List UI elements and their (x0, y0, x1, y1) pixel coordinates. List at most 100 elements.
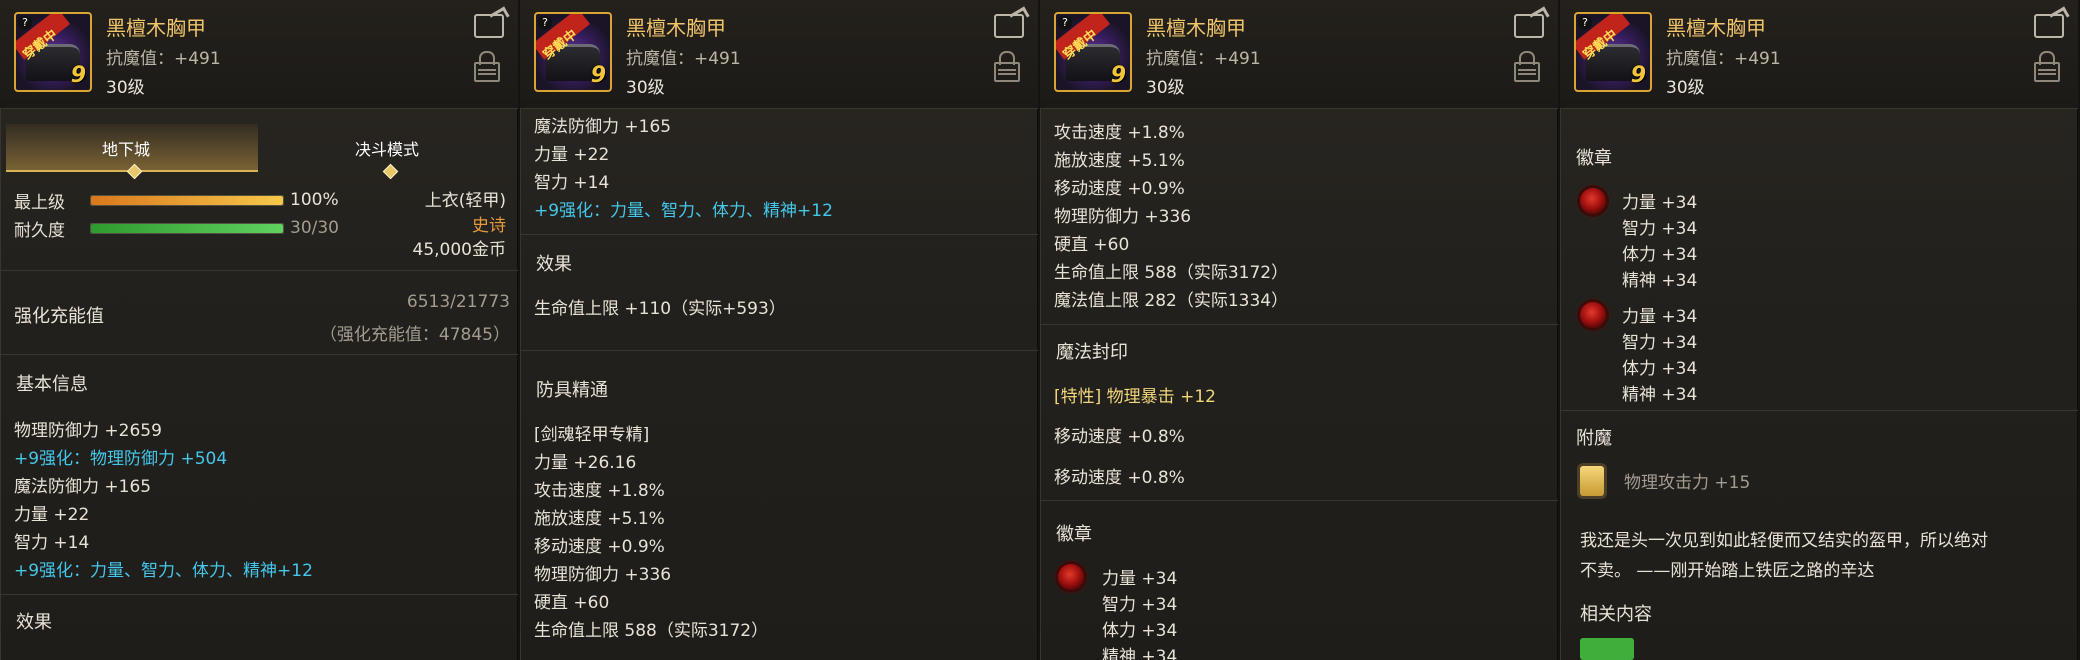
red-emblem-icon[interactable] (1580, 302, 1606, 328)
mastery-line: 物理防御力 +336 (534, 565, 672, 585)
emblem-line: 力量 +34 (1102, 569, 1178, 589)
durability-bar-fill (91, 224, 283, 233)
mastery-title: 防具精通 (536, 380, 608, 401)
red-emblem-icon[interactable] (1580, 188, 1606, 214)
upgrade-level: 9 (1630, 63, 1646, 88)
tab-pvp-label[interactable]: 决斗模式 (355, 136, 419, 160)
item-level: 30级 (1146, 78, 1185, 98)
flavor-text: 不卖。 ——刚开始踏上铁匠之路的辛达 (1580, 561, 1875, 581)
item-name: 黑檀木胸甲 (106, 16, 206, 40)
divider (1560, 410, 2078, 411)
charge-value: 6513/21773 (406, 292, 510, 312)
upgrade-level: 9 (1110, 63, 1126, 88)
item-magic-resist: 抗魔值：+491 (1666, 49, 1781, 69)
divider (1040, 324, 1558, 325)
lock-icon[interactable] (994, 51, 1020, 82)
stat-line: 魔法防御力 +165 (534, 117, 672, 137)
mastery-line: 攻击速度 +1.8% (1054, 123, 1185, 143)
emblem-line: 体力 +34 (1102, 621, 1178, 641)
emblem-line: 体力 +34 (1622, 245, 1698, 265)
effect-title: 效果 (536, 254, 572, 275)
flavor-text: 我还是头一次见到如此轻便而又结实的盔甲，所以绝对 (1580, 531, 1988, 551)
item-icon[interactable]: 穿戴中 ? 9 (534, 12, 612, 92)
mastery-line: 移动速度 +0.9% (534, 537, 665, 557)
tab-pvp-marker-icon (382, 163, 399, 180)
related-tag[interactable] (1580, 638, 1634, 660)
mastery-line: 魔法值上限 282（实际1334） (1054, 291, 1289, 311)
charge-label: 强化充能值 (14, 306, 104, 327)
item-magic-resist: 抗魔值：+491 (1146, 49, 1261, 69)
share-icon[interactable] (994, 14, 1024, 38)
durability-label: 耐久度 (14, 221, 65, 241)
tooltip-panel-2: 穿戴中 ? 9 黑檀木胸甲 抗魔值：+491 30级 魔法防御力 +165 力量… (520, 0, 1038, 660)
emblem-line: 力量 +34 (1622, 307, 1698, 327)
divider (0, 270, 518, 271)
enchant-title: 附魔 (1576, 428, 1612, 449)
emblem-title: 徽章 (1056, 524, 1092, 545)
mastery-line: 硬直 +60 (1054, 235, 1130, 255)
grade-value: 100% (290, 190, 339, 210)
mastery-line: 攻击速度 +1.8% (534, 481, 665, 501)
mastery-line: [剑魂轻甲专精] (534, 425, 650, 445)
mastery-line: 施放速度 +5.1% (534, 509, 665, 529)
effect-line: 生命值上限 +110（实际+593） (534, 299, 786, 319)
lock-icon[interactable] (2034, 51, 2060, 82)
emblem-line: 精神 +34 (1102, 647, 1178, 660)
seal-line: 移动速度 +0.8% (1054, 468, 1185, 488)
stat-line: 力量 +22 (534, 145, 610, 165)
share-icon[interactable] (2034, 14, 2064, 38)
effect-title: 效果 (16, 612, 52, 633)
emblem-line: 智力 +34 (1102, 595, 1178, 615)
emblem-line: 智力 +34 (1622, 333, 1698, 353)
share-icon[interactable] (474, 14, 504, 38)
reinforce-line: +9强化：力量、智力、体力、精神+12 (14, 561, 313, 581)
enchant-card-icon[interactable] (1580, 466, 1604, 496)
stat-line: 魔法防御力 +165 (14, 477, 152, 497)
divider (520, 234, 1038, 235)
mastery-line: 施放速度 +5.1% (1054, 151, 1185, 171)
stat-line: 物理防御力 +2659 (14, 421, 162, 441)
grade-bar-fill (91, 196, 283, 205)
mastery-line: 生命值上限 588（实际3172） (534, 621, 769, 641)
item-name: 黑檀木胸甲 (1666, 16, 1766, 40)
item-magic-resist: 抗魔值：+491 (626, 49, 741, 69)
tab-dungeon-label[interactable]: 地下城 (102, 136, 150, 160)
mode-tabs: 地下城 决斗模式 (6, 124, 512, 180)
basic-info-title: 基本信息 (16, 374, 88, 395)
stat-line: 力量 +22 (14, 505, 90, 525)
item-icon[interactable]: 穿戴中 ? 9 (14, 12, 92, 92)
divider (0, 594, 518, 595)
grade-bar (90, 195, 284, 206)
mastery-line: 物理防御力 +336 (1054, 207, 1192, 227)
item-header: 穿戴中 ? 9 黑檀木胸甲 抗魔值：+491 30级 (520, 0, 1038, 109)
red-emblem-icon[interactable] (1058, 564, 1084, 590)
emblem-title: 徽章 (1576, 148, 1612, 169)
divider (1040, 500, 1558, 501)
stat-line: 智力 +14 (14, 533, 90, 553)
seal-trait: [特性] 物理暴击 +12 (1054, 387, 1216, 407)
emblem-line: 力量 +34 (1622, 193, 1698, 213)
grade-label: 最上级 (14, 193, 65, 213)
lock-icon[interactable] (474, 51, 500, 82)
tooltip-panel-3: 穿戴中 ? 9 黑檀木胸甲 抗魔值：+491 30级 攻击速度 +1.8% 施放… (1040, 0, 1558, 660)
emblem-line: 体力 +34 (1622, 359, 1698, 379)
lock-icon[interactable] (1514, 51, 1540, 82)
mastery-line: 力量 +26.16 (534, 453, 637, 473)
item-icon[interactable]: 穿戴中 ? 9 (1574, 12, 1652, 92)
mastery-line: 移动速度 +0.9% (1054, 179, 1185, 199)
emblem-line: 精神 +34 (1622, 385, 1698, 405)
tooltip-panel-4: 穿戴中 ? 9 黑檀木胸甲 抗魔值：+491 30级 徽章 力量 +34 智力 … (1560, 0, 2078, 660)
enchant-line: 物理攻击力 +15 (1624, 473, 1751, 493)
charge-note: （强化充能值：47845） (319, 325, 510, 345)
share-icon[interactable] (1514, 14, 1544, 38)
emblem-line: 精神 +34 (1622, 271, 1698, 291)
item-rarity: 史诗 (472, 216, 506, 236)
item-header: 穿戴中 ? 9 黑檀木胸甲 抗魔值：+491 30级 (1560, 0, 2078, 109)
mastery-line: 生命值上限 588（实际3172） (1054, 263, 1289, 283)
item-icon[interactable]: 穿戴中 ? 9 (1054, 12, 1132, 92)
durability-bar (90, 223, 284, 234)
mastery-line: 硬直 +60 (534, 593, 610, 613)
item-level: 30级 (1666, 78, 1705, 98)
info-corner-icon: ? (1058, 16, 1072, 30)
reinforce-line: +9强化：力量、智力、体力、精神+12 (534, 201, 833, 221)
